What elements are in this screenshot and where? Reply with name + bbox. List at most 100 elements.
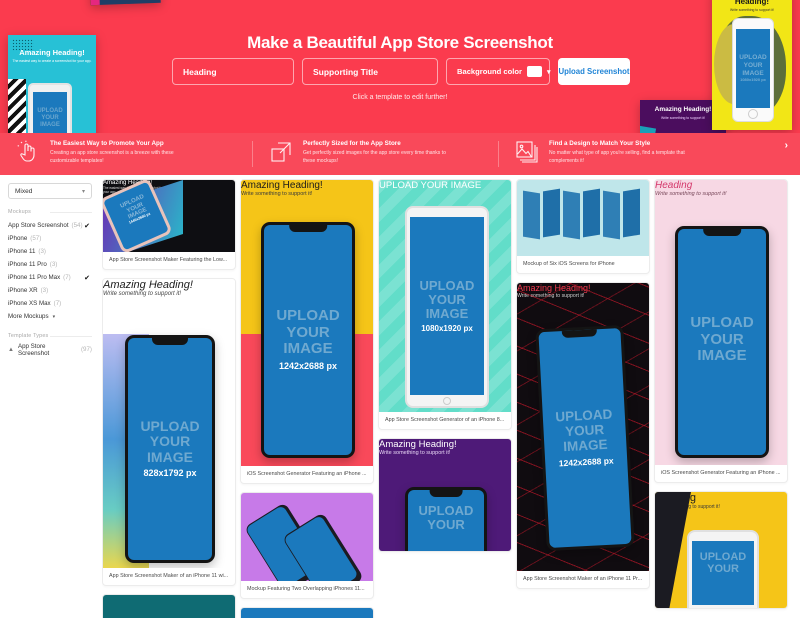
- feature-item-design: Find a Design to Match Your Style No mat…: [499, 133, 800, 175]
- sidebar-item-label: iPhone: [8, 235, 28, 242]
- card-heading: Amazing Heading!: [379, 439, 457, 450]
- upload-line-1: UPLOAD: [699, 551, 747, 563]
- upload-line-3: IMAGE: [697, 347, 747, 365]
- px-label: 1242x2688 px: [558, 455, 614, 468]
- upload-line-2: YOUR: [707, 563, 739, 576]
- template-caption: iOS Screenshot Generator Featuring an iP…: [661, 470, 781, 476]
- resize-arrow-icon: [269, 140, 293, 164]
- feature-text: Find a Design to Match Your Style No mat…: [549, 140, 699, 165]
- chevron-down-icon: ▾: [52, 313, 56, 320]
- sidebar-item-template-app-store-screenshot[interactable]: ▲ App Store Screenshot (97): [8, 343, 92, 357]
- upload-line-1: UPLOAD: [419, 277, 475, 293]
- hero-form: Background color ▾ Upload Screenshot: [172, 58, 630, 85]
- template-card[interactable]: Mockup of Six iOS Screens for iPhone: [516, 179, 650, 274]
- upload-screenshot-button[interactable]: Upload Screenshot: [558, 58, 630, 85]
- template-thumbnail: Heading Write something to support it! U…: [655, 180, 787, 465]
- sidebar-item-iphone-xr[interactable]: iPhone XR (3): [8, 284, 92, 297]
- upload-line-1: UPLOAD: [140, 417, 200, 434]
- feature-title: The Easiest Way to Promote Your App: [50, 140, 164, 147]
- px-label: 828x1792 px: [143, 468, 197, 479]
- feature-title: Find a Design to Match Your Style: [549, 140, 651, 147]
- upload-line-2: YOUR: [743, 62, 763, 70]
- upload-line-2: YOUR: [149, 433, 191, 450]
- feature-title: Perfectly Sized for the App Store: [303, 140, 401, 147]
- hero-banner: 1080x1920 px Amazing Heading! The easies…: [0, 0, 800, 151]
- feature-item-promote: The Easiest Way to Promote Your App Crea…: [0, 133, 252, 175]
- more-mockups-toggle[interactable]: More Mockups ▾: [8, 310, 92, 323]
- template-card[interactable]: UPLOAD YOUR IMAGE 1440x2560 px Amazing H…: [102, 179, 236, 270]
- phone-mockup: UPLOAD YOUR: [405, 487, 487, 551]
- upload-line-2: YOUR: [428, 291, 466, 307]
- supporting-title-input[interactable]: [302, 58, 438, 85]
- sidebar-item-iphone-11-pro-max[interactable]: iPhone 11 Pro Max (7) ✔: [8, 271, 92, 284]
- notch: [429, 490, 463, 497]
- card-subheading: Write something to support it!: [379, 450, 451, 456]
- template-card[interactable]: UPLOAD YOUR IMAGE UPLOAD YOUR IMAGE 1080…: [378, 179, 512, 430]
- chevron-right-icon[interactable]: ›: [785, 140, 788, 151]
- template-card[interactable]: Amazing Heading! Write something to supp…: [516, 282, 650, 589]
- sidebar-item-iphone-xs-max[interactable]: iPhone XS Max (7): [8, 297, 92, 310]
- page-title: Make a Beautiful App Store Screenshot: [247, 33, 553, 52]
- sidebar-item-count: (7): [63, 274, 71, 281]
- upload-line-1: UPLOAD: [739, 54, 767, 62]
- float-subheading: Write something to support it!: [729, 8, 775, 12]
- background-color-picker[interactable]: Background color ▾: [446, 58, 551, 85]
- template-card[interactable]: Amazing Heading! Write something to supp…: [378, 438, 512, 552]
- template-card[interactable]: Heading Write something to support it! U…: [654, 491, 788, 609]
- upload-line-3: IMAGE: [40, 121, 60, 128]
- chevron-down-icon: ▾: [546, 68, 551, 76]
- check-icon: ✔: [84, 274, 90, 282]
- upload-line-2: YOUR: [700, 330, 744, 348]
- sidebar-item-count: (97): [80, 346, 92, 353]
- hero-float-card-right[interactable]: Heading! Write something to support it! …: [712, 0, 792, 130]
- filters-sidebar: Mixed ▾ Mockups App Store Screenshot (54…: [0, 175, 100, 618]
- upload-line-2: YOUR: [41, 115, 59, 122]
- sidebar-item-label: iPhone 11: [8, 248, 36, 255]
- card-heading: Amazing Heading!: [241, 180, 323, 191]
- template-thumbnail: Heading Write something to support it! U…: [655, 492, 787, 608]
- sidebar-item-app-store-screenshot[interactable]: App Store Screenshot (54) ✔: [8, 219, 92, 232]
- hero-float-thumb-top[interactable]: 1080x1920 px: [89, 0, 161, 6]
- heading-input[interactable]: [172, 58, 294, 85]
- template-card[interactable]: Heading Write something to support it! U…: [654, 179, 788, 483]
- mockup-filter-select[interactable]: Mixed ▾: [8, 183, 92, 199]
- sidebar-item-iphone[interactable]: iPhone (57): [8, 232, 92, 245]
- px-label: 1080x1920 px: [421, 323, 473, 333]
- sidebar-item-count: (57): [30, 235, 42, 242]
- template-caption: Mockup Featuring Two Overlapping iPhones…: [247, 586, 365, 592]
- template-caption: App Store Screenshot Generator of an iPh…: [385, 417, 505, 423]
- mockups-section-title: Mockups: [8, 209, 92, 215]
- phone-screen: UPLOAD YOUR: [692, 541, 754, 605]
- background-color-label: Background color: [457, 67, 522, 76]
- sidebar-item-count: (3): [49, 261, 58, 268]
- upload-line-1: UPLOAD: [276, 307, 340, 325]
- sidebar-item-iphone-11[interactable]: iPhone 11 (3): [8, 245, 92, 258]
- phone-screen: UPLOAD YOUR: [408, 490, 484, 551]
- phone-mockup: UPLOAD YOUR IMAGE 1242x2688 px: [535, 324, 635, 552]
- template-card[interactable]: [102, 594, 236, 618]
- mockups-section: Mockups App Store Screenshot (54) ✔ iPho…: [8, 209, 92, 323]
- float-subheading: The easiest way to create a screenshot f…: [12, 59, 92, 63]
- sidebar-item-label: iPhone 11 Pro Max: [8, 274, 61, 281]
- template-card[interactable]: [240, 607, 374, 618]
- sidebar-item-count: (7): [53, 300, 62, 307]
- template-card[interactable]: Amazing Heading! Write something to supp…: [240, 179, 374, 484]
- template-card[interactable]: Mockup Featuring Two Overlapping iPhones…: [240, 492, 374, 599]
- phone-mockup: UPLOAD YOUR: [687, 530, 759, 608]
- home-button-icon: [748, 109, 758, 119]
- card-heading: Heading: [655, 180, 693, 191]
- feature-bar: The Easiest Way to Promote Your App Crea…: [0, 133, 800, 175]
- phone-screen: UPLOAD YOUR IMAGE 1080x1920 px: [410, 217, 484, 395]
- template-caption: App Store Screenshot Maker of an iPhone …: [109, 573, 229, 579]
- template-card[interactable]: Amazing Heading! Write something to supp…: [102, 278, 236, 586]
- color-swatch[interactable]: [526, 66, 542, 77]
- hand-pointer-icon: [16, 140, 40, 164]
- sidebar-item-label: App Store Screenshot: [8, 222, 69, 229]
- sidebar-item-iphone-11-pro[interactable]: iPhone 11 Pro (3): [8, 258, 92, 271]
- filter-value: Mixed: [15, 187, 33, 195]
- template-thumbnail: Amazing Heading! Write something to supp…: [241, 180, 373, 466]
- grid-column-4: Mockup of Six iOS Screens for iPhone Ama…: [516, 179, 650, 597]
- check-icon: ✔: [84, 222, 90, 230]
- px-label: 1080x1920 px: [740, 76, 766, 82]
- card-subheading: Write something to support it!: [655, 191, 727, 197]
